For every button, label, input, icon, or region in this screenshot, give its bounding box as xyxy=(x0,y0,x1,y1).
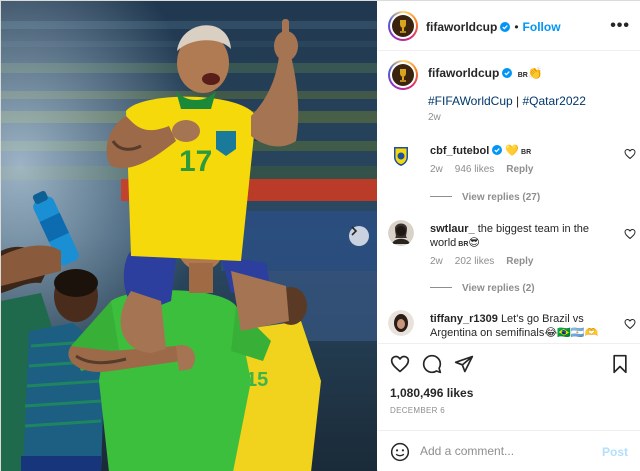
replies-line xyxy=(430,287,452,288)
caption-text: fifaworldcup BR👏 xyxy=(428,66,543,80)
clap-emoji: 👏 xyxy=(527,66,543,80)
bookmark-icon[interactable] xyxy=(610,354,630,374)
comment-username[interactable]: cbf_futebol xyxy=(430,145,489,157)
caption-timestamp: 2w xyxy=(428,112,441,123)
comment-icon[interactable] xyxy=(422,354,442,374)
more-options-button[interactable]: ••• xyxy=(610,17,630,35)
emoji-icon[interactable] xyxy=(390,442,410,462)
yellow-heart-emoji: 💛 xyxy=(505,145,520,157)
view-replies-button[interactable]: View replies (27) xyxy=(430,192,540,203)
author-username[interactable]: fifaworldcup xyxy=(426,20,497,34)
sunglasses-emoji: 😎 xyxy=(468,237,480,249)
view-replies-label: View replies (27) xyxy=(462,192,541,203)
user-photo-avatar xyxy=(388,220,414,246)
photo-illustration: 15 17 xyxy=(1,1,377,471)
user-photo-avatar xyxy=(388,310,414,336)
comment-composer: Post xyxy=(378,430,640,471)
post-photo[interactable]: 15 17 xyxy=(1,1,377,471)
heart-icon[interactable] xyxy=(390,354,410,374)
comment-text: cbf_futebol 💛 BR xyxy=(430,144,610,160)
comment-username[interactable]: tiffany_r1309 xyxy=(430,313,498,325)
share-icon[interactable] xyxy=(454,354,474,374)
cbf-logo-icon xyxy=(388,142,414,168)
comment-item: cbf_futebol 💛 BR 2w 946 likes Reply View re… xyxy=(388,142,638,212)
caption-avatar[interactable] xyxy=(388,60,418,90)
commenter-avatar[interactable] xyxy=(388,310,414,336)
comment-input[interactable] xyxy=(420,441,590,461)
post-date: DECEMBER 6 xyxy=(390,406,446,415)
comment-item: tiffany_r1309 Let's go Brazil vs Argenti… xyxy=(388,310,638,341)
hashtag-separator: | xyxy=(512,94,523,108)
replies-line xyxy=(430,196,452,197)
trophy-icon xyxy=(400,69,406,82)
comment-likes[interactable]: 202 likes xyxy=(455,256,494,267)
heart-icon[interactable] xyxy=(624,318,636,330)
heart-icon[interactable] xyxy=(624,228,636,240)
likes-count[interactable]: 1,080,496 likes xyxy=(390,386,473,400)
brazil-flag: BR xyxy=(517,72,528,79)
comment-time: 2w xyxy=(430,256,443,267)
brazil-flag: BR xyxy=(458,241,469,248)
comment-item: swtlaur_ the biggest team in the world BR… xyxy=(388,220,638,294)
action-bar xyxy=(378,343,640,383)
caption-username[interactable]: fifaworldcup xyxy=(428,66,499,80)
header-user-row: fifaworldcup • Follow xyxy=(426,18,561,36)
chevron-right-icon xyxy=(351,226,358,236)
caption-hashtags: #FIFAWorldCup | #Qatar2022 xyxy=(428,94,586,108)
comment-meta: 2w 946 likes Reply xyxy=(430,164,546,175)
follow-button[interactable]: Follow xyxy=(523,20,561,34)
heart-icon[interactable] xyxy=(624,148,636,160)
hashtag-qatar2022[interactable]: #Qatar2022 xyxy=(523,94,586,108)
verified-badge-icon xyxy=(492,145,503,155)
post-comment-button[interactable]: Post xyxy=(602,445,628,459)
brazil-flag: BR xyxy=(521,149,532,156)
commenter-avatar[interactable] xyxy=(388,142,414,168)
view-replies-label: View replies (2) xyxy=(462,283,535,294)
comment-username[interactable]: swtlaur_ xyxy=(430,223,475,235)
comment-meta: 2w 202 likes Reply xyxy=(430,256,546,267)
instagram-post: 15 17 fifaworldcup • Follow ••• fifaworl… xyxy=(0,0,640,471)
commenter-avatar[interactable] xyxy=(388,220,414,246)
comment-text: tiffany_r1309 Let's go Brazil vs Argenti… xyxy=(430,312,610,340)
verified-badge-icon xyxy=(500,22,511,32)
comment-emojis: 😂🇧🇷🇦🇷🫶 xyxy=(544,327,599,339)
reply-button[interactable]: Reply xyxy=(506,164,533,175)
reply-button[interactable]: Reply xyxy=(506,256,533,267)
comment-time: 2w xyxy=(430,164,443,175)
verified-badge-icon xyxy=(502,68,513,78)
hashtag-fifaworldcup[interactable]: #FIFAWorldCup xyxy=(428,94,513,108)
svg-text:17: 17 xyxy=(179,145,212,178)
trophy-icon xyxy=(400,20,406,33)
post-side-panel: fifaworldcup • Follow ••• fifaworldcup BR👏 xyxy=(378,1,640,471)
carousel-next-button[interactable] xyxy=(349,226,369,246)
comments-list[interactable]: fifaworldcup BR👏 #FIFAWorldCup | #Qatar2… xyxy=(378,52,640,341)
post-header: fifaworldcup • Follow ••• xyxy=(378,1,640,51)
comment-likes[interactable]: 946 likes xyxy=(455,164,494,175)
author-avatar[interactable] xyxy=(388,11,418,41)
separator-dot: • xyxy=(514,20,519,34)
view-replies-button[interactable]: View replies (2) xyxy=(430,283,535,294)
comment-text: swtlaur_ the biggest team in the world BR… xyxy=(430,222,610,252)
